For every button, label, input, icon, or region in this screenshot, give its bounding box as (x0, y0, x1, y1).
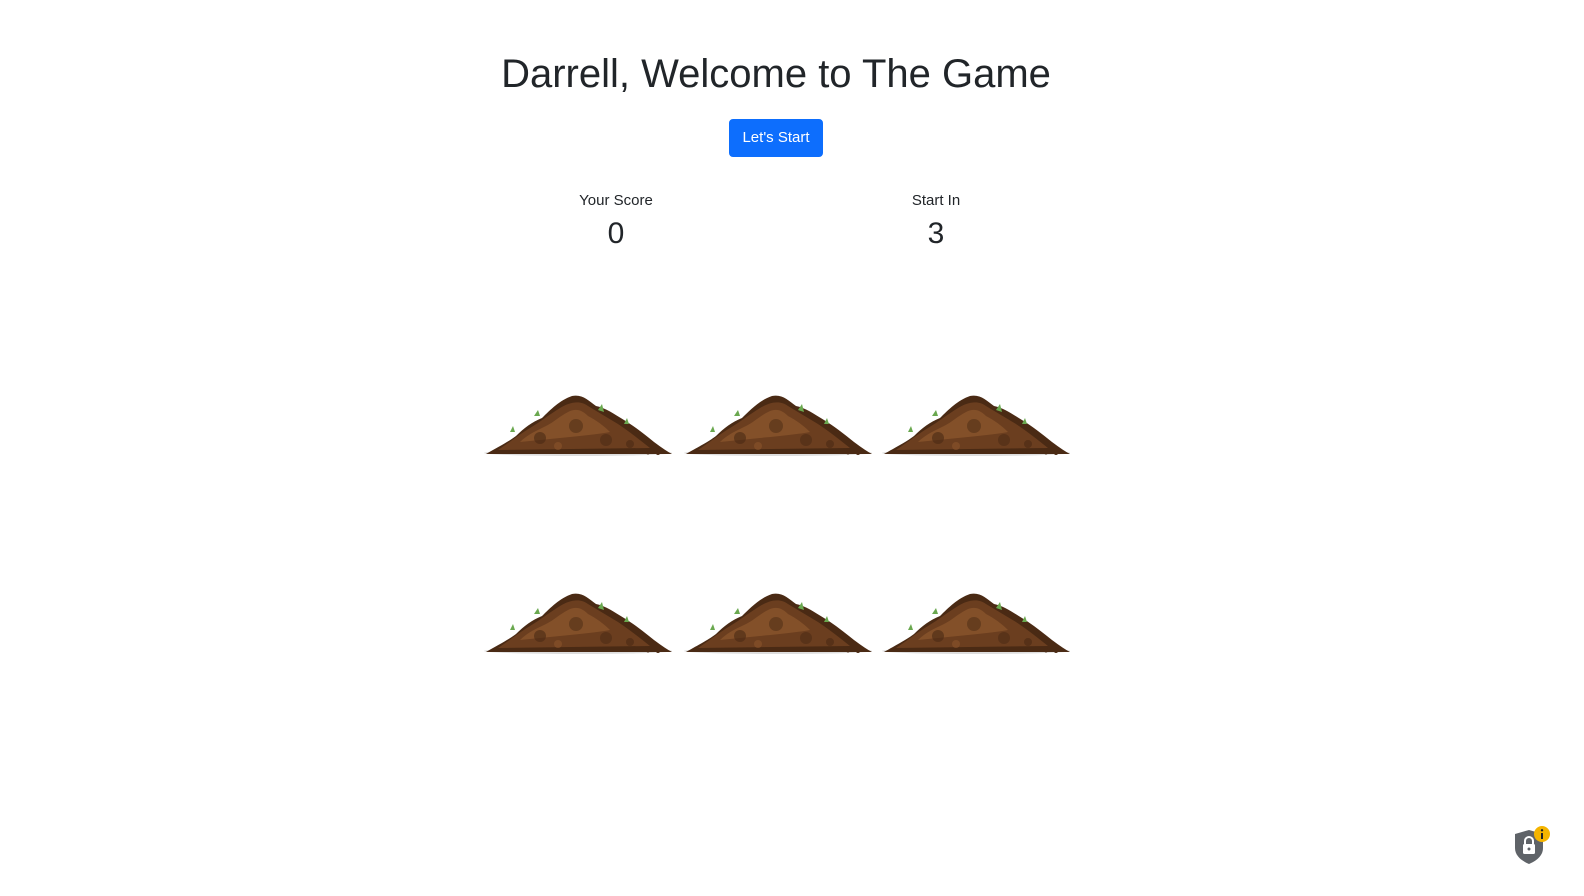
score-panel: Your Score 0 (516, 192, 716, 252)
info-icon (1534, 826, 1550, 842)
score-value: 0 (607, 217, 625, 250)
hole-6[interactable] (878, 584, 1074, 658)
dirt-mound-icon (680, 386, 876, 460)
dirt-mound-icon (480, 584, 676, 658)
shield-lock-icon[interactable] (1509, 824, 1555, 870)
score-label: Your Score (579, 192, 653, 209)
hole-5[interactable] (680, 584, 876, 658)
hole-4[interactable] (480, 584, 676, 658)
hole-2[interactable] (680, 386, 876, 460)
start-button[interactable]: Let's Start (729, 119, 823, 157)
dirt-mound-icon (878, 386, 1074, 460)
dirt-mound-icon (480, 386, 676, 460)
dirt-mound-icon (680, 584, 876, 658)
countdown-label: Start In (911, 192, 961, 209)
game-board (480, 386, 1076, 666)
hole-1[interactable] (480, 386, 676, 460)
game-page: Darrell, Welcome to The Game Let's Start… (0, 0, 1584, 896)
countdown-panel: Start In 3 (836, 192, 1036, 252)
dirt-mound-icon (878, 584, 1074, 658)
countdown-value: 3 (927, 217, 945, 250)
page-title: Darrell, Welcome to The Game (501, 52, 1051, 96)
hole-3[interactable] (878, 386, 1074, 460)
